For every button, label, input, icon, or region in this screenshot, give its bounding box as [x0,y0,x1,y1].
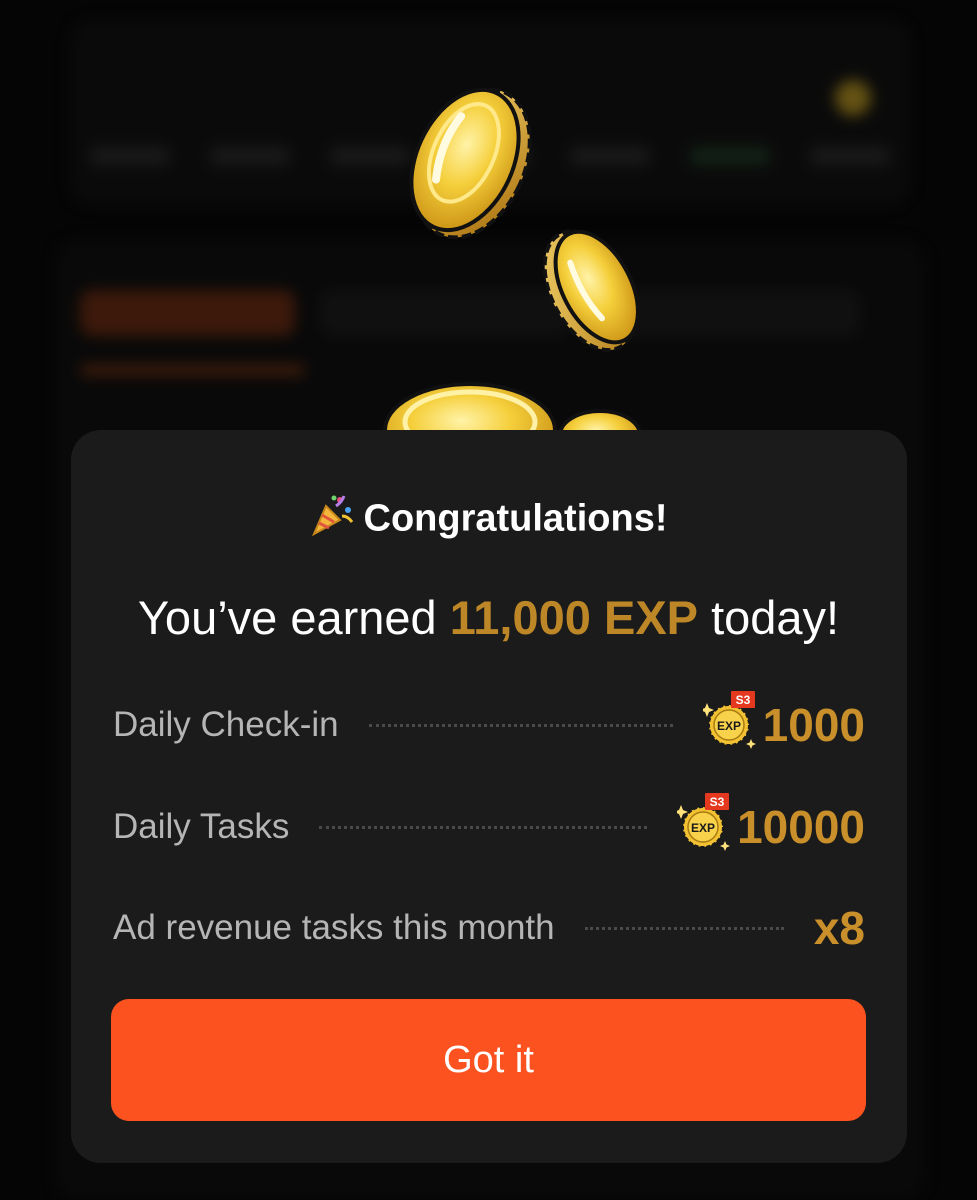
reward-row-value: EXP S3 1000 [699,689,865,762]
dialog-title-text: Congratulations! [363,497,668,540]
dotted-leader [368,723,673,727]
exp-coin-icon: EXP S3 [674,791,733,864]
dotted-leader [584,926,784,930]
earned-exp-amount: 11,000 EXP [449,591,699,644]
background-coin-icon [835,80,871,116]
background-tab-underline [80,365,305,375]
exp-coin-text: EXP [691,821,715,835]
reward-row-daily-tasks: Daily Tasks EXP S3 10000 [113,792,865,857]
reward-row-label: Daily Check-in [113,705,339,744]
background-tab [810,147,890,165]
background-tab [90,147,170,165]
background-tab-pill [320,290,570,336]
background-tab-pill [80,290,295,336]
background-tab [210,147,290,165]
reward-amount: 1000 [762,699,865,751]
reward-row-value: x8 [814,901,865,955]
exp-coin-text: EXP [717,719,741,733]
reward-row-label: Daily Tasks [113,807,290,846]
got-it-button[interactable]: Got it [111,999,866,1121]
reward-row-label: Ad revenue tasks this month [113,908,555,947]
reward-row-daily-checkin: Daily Check-in EXP S3 1000 [113,690,865,755]
season-badge: S3 [735,693,750,707]
season-badge: S3 [710,795,725,809]
dotted-leader [319,825,648,829]
background-tab [330,147,410,165]
reward-row-value: EXP S3 10000 [674,791,865,864]
reward-row-ad-revenue: Ad revenue tasks this month x8 [113,898,865,958]
reward-amount: 10000 [737,801,865,853]
background-tab-pill [610,290,860,336]
dialog-title: Congratulations! [0,492,977,546]
exp-coin-icon: EXP S3 [699,689,759,762]
headline-prefix: You’ve earned [137,591,450,644]
party-popper-icon [310,492,354,546]
background-tab [690,147,770,165]
background-tab [570,147,650,165]
background-tab [450,147,530,165]
headline-suffix: today! [698,591,840,644]
background-tab-bar [70,20,910,205]
earned-headline: You’ve earned 11,000 EXP today! [0,590,977,645]
reward-multiplier: x8 [813,902,865,954]
